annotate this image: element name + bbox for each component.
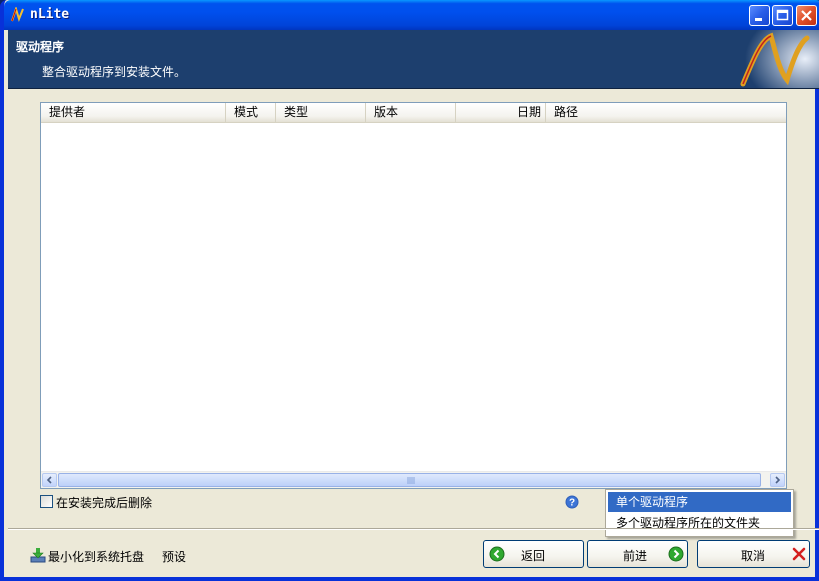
next-button[interactable]: 前进	[587, 540, 688, 568]
window-title: nLite	[30, 7, 70, 22]
column-mode[interactable]: 模式	[226, 103, 276, 122]
list-column-header: 提供者 模式 类型 版本 日期 路径	[41, 103, 786, 123]
cancel-button[interactable]: 取消	[697, 540, 810, 568]
column-type[interactable]: 类型	[276, 103, 366, 122]
back-button[interactable]: 返回	[483, 540, 584, 568]
footer-divider	[8, 528, 819, 530]
grip-icon	[407, 477, 415, 484]
page-title: 驱动程序	[16, 40, 65, 54]
horizontal-scrollbar[interactable]	[41, 471, 786, 488]
scroll-left-button[interactable]	[42, 473, 57, 487]
next-button-label: 前进	[623, 549, 648, 563]
chevron-left-icon	[46, 476, 52, 484]
menu-item-multiple-driver-folder[interactable]: 多个驱动程序所在的文件夹	[608, 513, 791, 533]
svg-text:?: ?	[569, 498, 575, 509]
green-right-arrow-icon	[668, 546, 684, 562]
column-provider[interactable]: 提供者	[41, 103, 226, 122]
title-bar[interactable]: nLite	[4, 0, 819, 30]
scroll-right-button[interactable]	[770, 473, 785, 487]
chevron-right-icon	[775, 476, 781, 484]
delete-after-install-checkbox[interactable]	[40, 495, 53, 508]
nlite-banner-logo-icon	[735, 30, 819, 88]
menu-item-single-driver[interactable]: 单个驱动程序	[608, 492, 791, 512]
column-version[interactable]: 版本	[366, 103, 456, 122]
nlite-logo-icon	[11, 7, 24, 23]
minimize-icon	[755, 18, 762, 21]
question-icon[interactable]: ?	[565, 495, 579, 509]
green-left-arrow-icon	[489, 546, 505, 562]
close-icon	[801, 10, 812, 21]
drivers-list[interactable]: 提供者 模式 类型 版本 日期 路径	[40, 102, 787, 489]
close-button[interactable]	[796, 5, 817, 26]
delete-after-install-label[interactable]: 在安装完成后删除	[56, 494, 152, 511]
column-path[interactable]: 路径	[546, 103, 786, 122]
cancel-button-label: 取消	[741, 549, 766, 563]
page-header: 驱动程序 整合驱动程序到安装文件。	[8, 30, 819, 89]
presets-link[interactable]: 预设	[162, 548, 186, 565]
back-button-label: 返回	[521, 549, 546, 563]
download-tray-icon[interactable]	[30, 547, 46, 563]
minimize-to-tray-link[interactable]: 最小化到系统托盘	[48, 548, 144, 565]
main-window: nLite 驱动程序 整合驱动程序到安装文件。 提供者 模式 类型 版本 日期 …	[0, 0, 819, 581]
column-date[interactable]: 日期	[456, 103, 546, 122]
minimize-button[interactable]	[749, 5, 770, 26]
maximize-button[interactable]	[772, 5, 793, 26]
page-subtitle: 整合驱动程序到安装文件。	[42, 65, 187, 79]
red-x-icon	[792, 547, 806, 561]
scroll-thumb[interactable]	[58, 473, 761, 487]
maximize-icon	[776, 9, 789, 21]
